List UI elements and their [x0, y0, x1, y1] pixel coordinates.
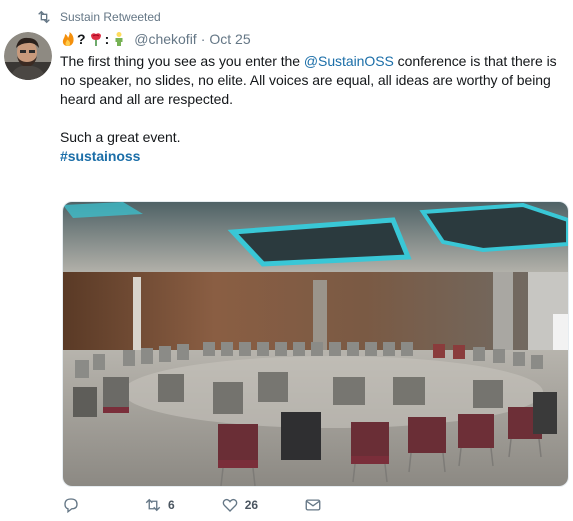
- display-name-question: ?: [77, 31, 86, 47]
- hashtag-link[interactable]: #sustainoss: [60, 148, 140, 164]
- tweet-paragraph-1: The first thing you see as you enter the…: [60, 52, 565, 109]
- tweet-actions: 6 26: [60, 495, 322, 515]
- tweet-text: The first thing you see as you enter the…: [60, 52, 565, 166]
- reply-icon: [64, 498, 78, 514]
- text-pre: The first thing you see as you enter the: [60, 53, 304, 69]
- person-emoji-icon: [115, 32, 123, 46]
- retweet-button[interactable]: 6: [144, 496, 175, 514]
- retweet-icon: [38, 10, 50, 24]
- avatar[interactable]: [4, 32, 52, 80]
- separator-dot: ·: [200, 31, 206, 47]
- display-name[interactable]: ? :: [60, 31, 128, 47]
- heart-icon: [222, 498, 238, 512]
- display-name-colon: :: [104, 31, 110, 47]
- tweet-photo[interactable]: [62, 201, 569, 487]
- tweet-date[interactable]: Oct 25: [209, 31, 250, 47]
- like-count: 26: [244, 498, 259, 512]
- fire-emoji-icon: [62, 32, 74, 46]
- avatar-image: [4, 32, 52, 80]
- retweet-label[interactable]: Sustain Retweeted: [60, 10, 161, 24]
- author-handle[interactable]: @chekofif: [134, 31, 196, 47]
- conference-room-image: [63, 202, 568, 486]
- direct-message-button[interactable]: [304, 496, 322, 514]
- envelope-icon: [305, 499, 321, 511]
- retweet-context: Sustain Retweeted: [36, 8, 161, 26]
- like-button[interactable]: 26: [221, 496, 258, 514]
- retweet-icon: [145, 498, 161, 512]
- tweet-header: ? : @chekofif · Oct 25: [60, 28, 565, 50]
- retweet-count: 6: [168, 498, 175, 512]
- tweet-paragraph-2: Such a great event.: [60, 129, 181, 145]
- rose-emoji-icon: [90, 33, 101, 46]
- tweet: ? : @chekofif · Oct 25 The first thing y…: [60, 28, 565, 166]
- mention-link[interactable]: @SustainOSS: [304, 53, 394, 69]
- reply-button[interactable]: [62, 496, 80, 514]
